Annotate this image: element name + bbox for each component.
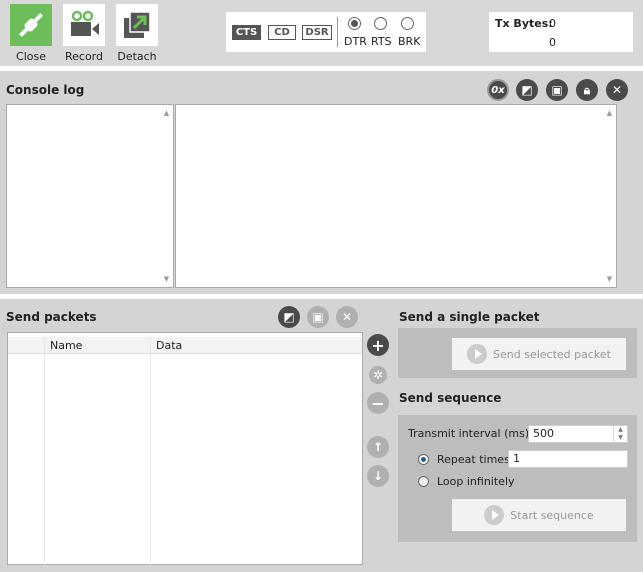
hex-icon: 0x	[491, 84, 505, 96]
camera-icon	[71, 10, 99, 36]
column-header-name[interactable]: Name	[50, 339, 82, 352]
rts-toggle[interactable]	[374, 17, 387, 30]
play-icon	[467, 344, 488, 364]
close-icon: ✕	[611, 83, 623, 97]
minus-icon: −	[371, 393, 385, 413]
single-packet-title: Send a single packet	[399, 310, 540, 324]
dsr-indicator: DSR	[302, 25, 332, 40]
plug-icon	[18, 12, 44, 38]
arrow-down-icon: ↓	[372, 469, 384, 483]
record-button[interactable]	[63, 4, 105, 46]
save-icon: ▣	[312, 310, 324, 324]
start-sequence-label: Start sequence	[510, 508, 594, 522]
tx-bytes-value: 0	[549, 17, 556, 30]
console-timestamp-list[interactable]	[6, 104, 174, 288]
loop-infinitely-radio[interactable]	[418, 476, 429, 487]
console-output[interactable]	[175, 104, 617, 288]
send-selected-packet-button[interactable]: Send selected packet	[452, 338, 626, 370]
dtr-toggle[interactable]	[348, 17, 361, 30]
repeat-times-radio[interactable]	[418, 454, 429, 465]
brk-label: BRK	[398, 35, 421, 48]
console-title: Console log	[6, 83, 85, 97]
scrollbar[interactable]: ▲ ▼	[160, 105, 173, 287]
clear-console-button[interactable]: ◩	[516, 79, 538, 101]
interval-stepper[interactable]: ▲ ▼	[613, 426, 627, 442]
rx-bytes-value: 0	[549, 36, 556, 49]
gear-icon: ✲	[372, 368, 384, 382]
edit-packet-button[interactable]: ✲	[369, 366, 387, 384]
detach-icon	[124, 11, 151, 38]
eraser-icon: ◩	[283, 310, 295, 324]
save-icon: ▣	[551, 83, 563, 97]
play-icon	[484, 505, 505, 525]
repeat-times-input[interactable]: 1	[508, 450, 628, 468]
divider	[337, 17, 338, 47]
lock-console-button[interactable]: 🔒︎	[576, 79, 598, 101]
remove-all-packets-button[interactable]: ✕	[336, 306, 358, 328]
start-sequence-button[interactable]: Start sequence	[452, 499, 626, 531]
arrow-up-icon: ↑	[372, 440, 384, 454]
send-selected-label: Send selected packet	[493, 347, 611, 361]
clear-packets-button[interactable]: ◩	[278, 306, 300, 328]
lock-icon: 🔒︎	[583, 82, 591, 97]
repeat-times-label: Repeat times	[437, 453, 510, 466]
detach-label: Detach	[117, 50, 157, 63]
scrollbar[interactable]: ▲ ▼	[603, 105, 616, 287]
loop-infinitely-label: Loop infinitely	[437, 475, 515, 488]
record-label: Record	[64, 50, 103, 63]
cd-indicator: CD	[268, 25, 296, 40]
brk-toggle[interactable]	[401, 17, 414, 30]
interval-label: Transmit interval (ms):	[408, 427, 533, 440]
close-console-button[interactable]: ✕	[606, 79, 628, 101]
column-header-data[interactable]: Data	[156, 339, 182, 352]
dtr-label: DTR	[344, 35, 367, 48]
eraser-icon: ◩	[521, 83, 533, 97]
move-up-button[interactable]: ↑	[367, 436, 389, 458]
send-packets-title: Send packets	[6, 310, 97, 324]
send-sequence-title: Send sequence	[399, 391, 502, 405]
plus-icon: +	[371, 335, 385, 355]
close-button[interactable]	[10, 4, 52, 46]
close-label: Close	[16, 50, 46, 63]
hex-toggle-button[interactable]: 0x	[487, 79, 509, 101]
save-console-button[interactable]: ▣	[546, 79, 568, 101]
cts-indicator: CTS	[232, 25, 261, 40]
add-packet-button[interactable]: +	[367, 334, 389, 356]
tx-bytes-label: Tx Bytes:	[495, 17, 553, 30]
remove-packet-button[interactable]: −	[367, 392, 389, 414]
packets-table[interactable]: Name Data	[7, 332, 363, 565]
detach-button[interactable]	[116, 4, 158, 46]
move-down-button[interactable]: ↓	[367, 465, 389, 487]
save-packets-button[interactable]: ▣	[307, 306, 329, 328]
rts-label: RTS	[371, 35, 392, 48]
close-icon: ✕	[341, 310, 353, 324]
